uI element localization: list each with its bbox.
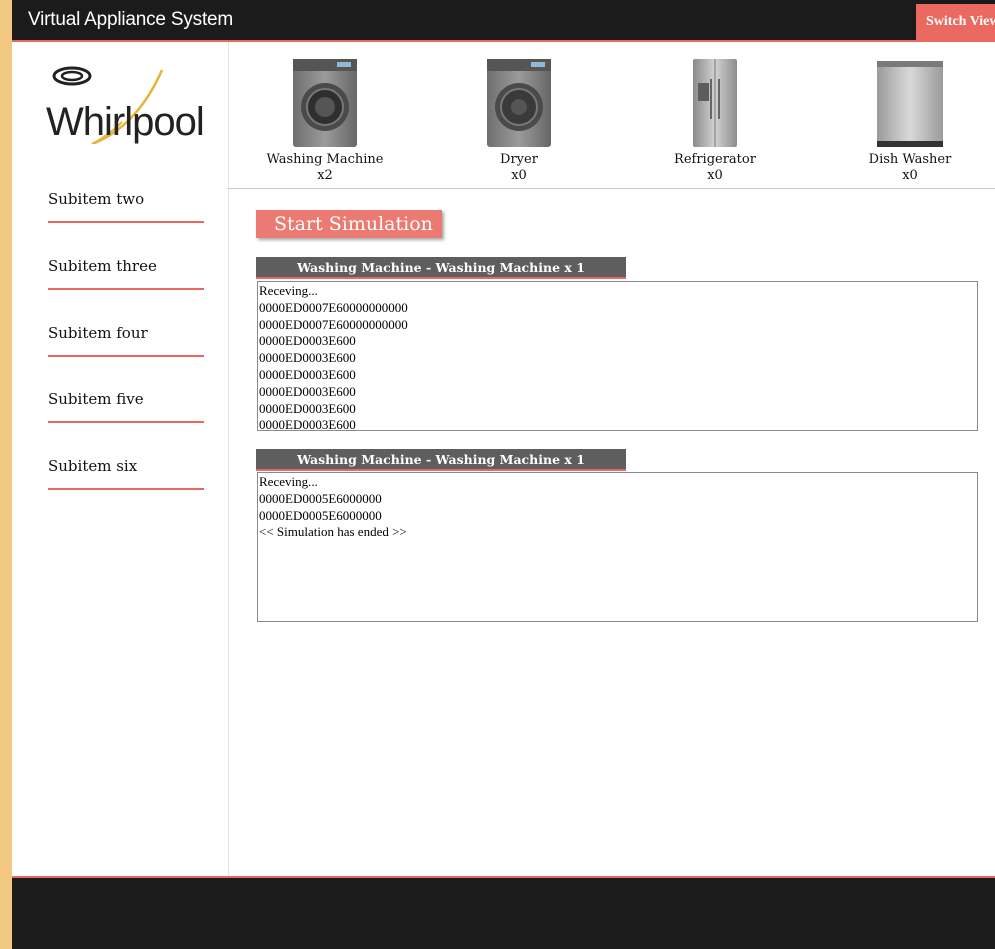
log-line: Receving... <box>259 283 318 298</box>
appliance-count: x0 <box>707 168 723 183</box>
app-frame: Virtual Appliance System Switch View Whi… <box>12 0 995 949</box>
sidebar-item-subitem-three[interactable]: Subitem three <box>48 257 204 290</box>
appliance-count: x0 <box>511 168 527 183</box>
sidebar-item-subitem-six[interactable]: Subitem six <box>48 457 204 490</box>
sidebar-item-label: Subitem two <box>48 190 145 208</box>
sidebar: Whirlpool Subitem two Subitem three Subi… <box>12 42 229 876</box>
simulation-log-output[interactable]: Receving... 0000ED0005E6000000 0000ED000… <box>257 472 978 622</box>
appliance-count: x0 <box>902 168 918 183</box>
log-line: 0000ED0007E60000000000 <box>259 316 408 332</box>
whirlpool-logo: Whirlpool <box>30 62 220 146</box>
sidebar-item-subitem-five[interactable]: Subitem five <box>48 390 204 423</box>
sidebar-item-subitem-two[interactable]: Subitem two <box>48 190 204 223</box>
start-simulation-button[interactable]: Start Simulation <box>256 210 442 238</box>
top-header-bar: Virtual Appliance System Switch View <box>12 0 995 42</box>
appliance-washing-machine[interactable]: Washing Machine x2 <box>250 42 400 188</box>
simulation-log-output[interactable]: Receving... 0000ED0007E60000000000 0000E… <box>257 281 978 431</box>
log-line: << Simulation has ended >> <box>259 524 407 540</box>
refrigerator-icon <box>691 57 739 154</box>
appliance-dryer[interactable]: Dryer x0 <box>444 42 594 188</box>
sidebar-item-subitem-four[interactable]: Subitem four <box>48 324 204 357</box>
appliance-name: Dish Washer <box>868 152 952 167</box>
log-line: 0000ED0007E60000000000 <box>259 299 408 315</box>
simulation-panel-title: Washing Machine - Washing Machine x 1 <box>256 257 626 279</box>
log-line: 0000ED0003E600 <box>259 383 356 399</box>
log-line: 0000ED0003E600 <box>259 417 356 431</box>
appliance-name: Washing Machine <box>266 152 384 167</box>
appliance-name: Dryer <box>500 152 538 167</box>
log-line: Receving... <box>259 474 318 489</box>
appliance-count: x2 <box>317 168 333 183</box>
dishwasher-icon <box>875 57 945 154</box>
logo-wordmark: Whirlpool <box>46 100 205 144</box>
sidebar-item-label: Subitem five <box>48 390 144 408</box>
log-line: 0000ED0003E600 <box>259 400 356 416</box>
appliance-selector-row: Washing Machine x2 Dryer x0 Refrigerator… <box>228 42 995 189</box>
log-line: 0000ED0005E6000000 <box>259 490 382 506</box>
simulation-panel-title: Washing Machine - Washing Machine x 1 <box>256 449 626 471</box>
app-title: Virtual Appliance System <box>28 9 234 30</box>
appliance-name: Refrigerator <box>674 152 756 167</box>
log-line: 0000ED0005E6000000 <box>259 507 382 523</box>
sidebar-item-label: Subitem three <box>48 257 157 275</box>
washing-machine-icon <box>291 57 359 154</box>
log-line: 0000ED0003E600 <box>259 366 356 382</box>
sidebar-item-label: Subitem six <box>48 457 138 475</box>
appliance-refrigerator[interactable]: Refrigerator x0 <box>640 42 790 188</box>
page-footer <box>12 876 995 949</box>
log-line: 0000ED0003E600 <box>259 333 356 349</box>
log-line: 0000ED0003E600 <box>259 350 356 366</box>
switch-view-button[interactable]: Switch View <box>916 4 995 40</box>
sidebar-item-label: Subitem four <box>48 324 148 342</box>
appliance-dish-washer[interactable]: Dish Washer x0 <box>835 42 985 188</box>
dryer-icon <box>485 57 553 154</box>
